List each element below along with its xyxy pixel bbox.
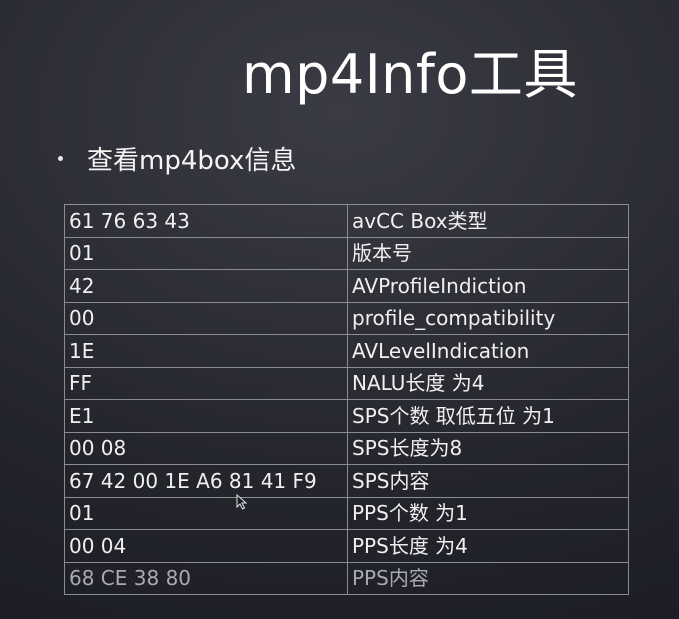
description-cell: SPS内容 (347, 464, 629, 498)
hex-bytes-cell: 00 (64, 301, 348, 335)
table-row: E1 SPS个数 取低五位 为1 (64, 399, 629, 433)
mp4box-byte-table: 61 76 63 43 avCC Box类型 01 版本号 42 AVProfi… (64, 204, 629, 595)
table-row: 00 profile_compatibility (64, 301, 629, 335)
hex-bytes-cell: 01 (64, 496, 348, 530)
table-row: 42 AVProfileIndiction (64, 269, 629, 303)
description-cell: SPS长度为8 (347, 431, 629, 465)
table-row: 00 04 PPS长度 为4 (64, 529, 629, 563)
hex-bytes-cell: 00 04 (64, 529, 348, 563)
table-row: 68 CE 38 80 PPS内容 (64, 561, 629, 595)
description-cell: profile_compatibility (347, 301, 629, 335)
table-row: 00 08 SPS长度为8 (64, 431, 629, 465)
description-cell: 版本号 (347, 236, 629, 270)
description-cell: PPS长度 为4 (347, 529, 629, 563)
hex-bytes-cell: 68 CE 38 80 (64, 561, 348, 595)
description-cell: PPS个数 为1 (347, 496, 629, 530)
description-cell: PPS内容 (347, 561, 629, 595)
bullet-dot-icon (58, 155, 63, 161)
table-row: FF NALU长度 为4 (64, 366, 629, 400)
slide-title: mp4Info工具 (242, 43, 578, 106)
description-cell: AVLevelIndication (347, 334, 629, 368)
table-row: 61 76 63 43 avCC Box类型 (64, 204, 629, 238)
description-cell: SPS个数 取低五位 为1 (347, 399, 629, 433)
description-cell: NALU长度 为4 (347, 366, 629, 400)
hex-bytes-cell: 42 (64, 269, 348, 303)
hex-bytes-cell: 00 08 (64, 431, 348, 465)
hex-bytes-cell: 01 (64, 236, 348, 270)
bullet-item: 查看mp4box信息 (58, 138, 296, 178)
table-row: 1E AVLevelIndication (64, 334, 629, 368)
bullet-text: 查看mp4box信息 (87, 145, 297, 176)
hex-bytes-cell: 1E (64, 334, 348, 368)
hex-bytes-cell: FF (64, 366, 348, 400)
description-cell: AVProfileIndiction (347, 269, 629, 303)
table-row: 01 PPS个数 为1 (64, 496, 629, 530)
description-cell: avCC Box类型 (347, 204, 629, 238)
table-row: 67 42 00 1E A6 81 41 F9 SPS内容 (64, 464, 629, 498)
hex-bytes-cell: 67 42 00 1E A6 81 41 F9 (64, 464, 348, 498)
hex-bytes-cell: 61 76 63 43 (64, 204, 348, 238)
hex-bytes-cell: E1 (64, 399, 348, 433)
mouse-cursor-icon (236, 494, 248, 510)
table-row: 01 版本号 (64, 236, 629, 270)
